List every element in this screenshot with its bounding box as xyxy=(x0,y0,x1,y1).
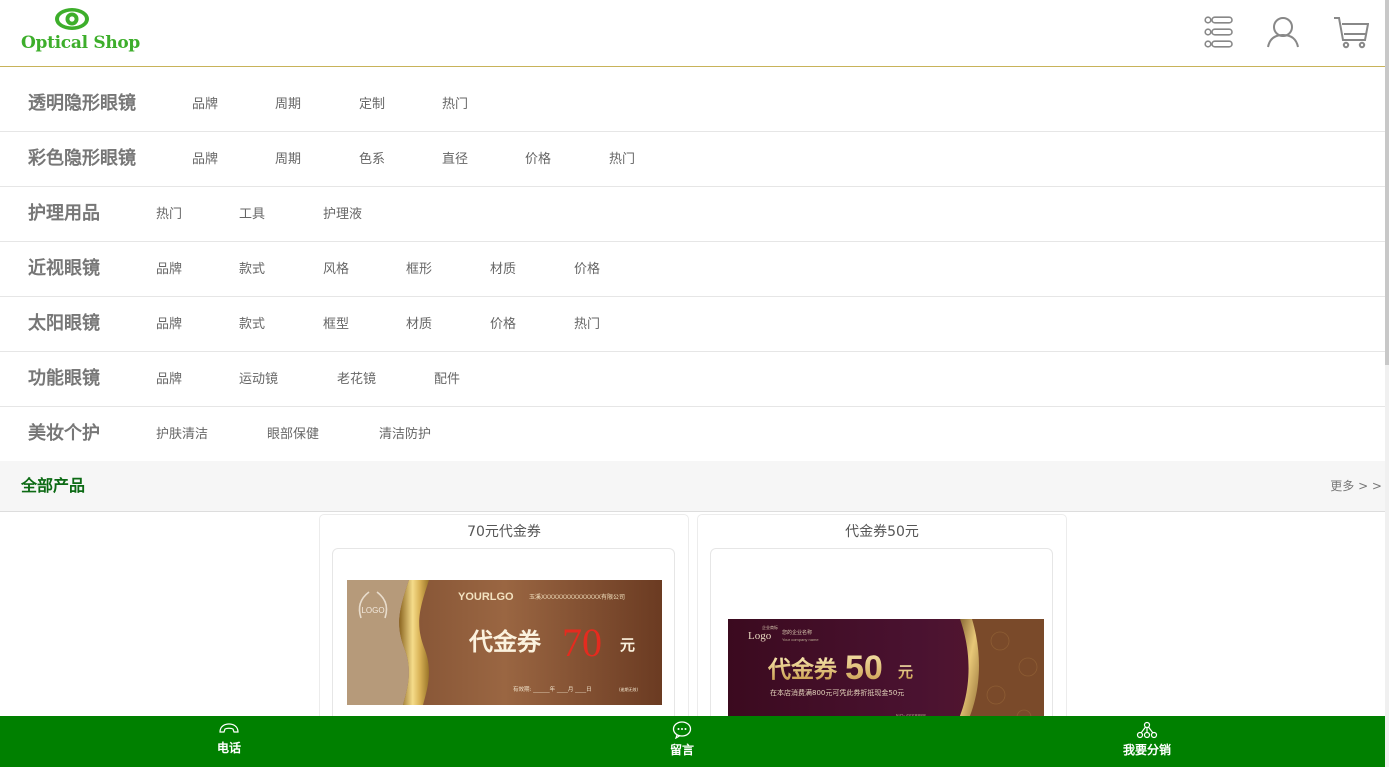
bottom-nav: 电话 留言 我要分销 xyxy=(0,716,1385,767)
product-image-frame: LOGO YOURLGO 玉溪XXXXXXXXXXXXXXX有限公司 代金券 7… xyxy=(332,548,675,730)
category-link[interactable]: 热门 xyxy=(609,132,635,188)
product-title[interactable]: 代金券50元 xyxy=(698,515,1066,549)
product-title[interactable]: 70元代金券 xyxy=(320,515,688,549)
footer-distribution[interactable]: 我要分销 xyxy=(1112,716,1182,767)
category-row: 功能眼镜 品牌 运动镜 老花镜 配件 xyxy=(0,352,1385,407)
category-title[interactable]: 近视眼镜 xyxy=(28,242,100,296)
eye-logo-icon xyxy=(55,8,89,30)
menu-list-icon[interactable] xyxy=(1200,14,1236,50)
voucher-company: 玉溪XXXXXXXXXXXXXXX有限公司 xyxy=(529,593,625,601)
footer-label: 电话 xyxy=(216,741,241,755)
category-link[interactable]: 周期 xyxy=(275,77,301,133)
logo-text: Optical Shop xyxy=(21,33,141,53)
category-link[interactable]: 运动镜 xyxy=(239,352,278,408)
category-title[interactable]: 护理用品 xyxy=(28,187,100,241)
voucher-amount: 70 xyxy=(562,620,602,665)
category-link[interactable]: 品牌 xyxy=(192,77,218,133)
category-link[interactable]: 护理液 xyxy=(323,187,362,243)
voucher-desc: 在本店消费满800元可凭此券折抵现金50元 xyxy=(770,688,904,697)
category-link[interactable]: 风格 xyxy=(323,242,349,298)
category-link[interactable]: 框形 xyxy=(406,242,432,298)
category-link[interactable]: 价格 xyxy=(574,242,600,298)
footer-label: 我要分销 xyxy=(1122,743,1171,757)
category-row: 透明隐形眼镜 品牌 周期 定制 热门 xyxy=(0,77,1385,132)
category-link[interactable]: 护肤清洁 xyxy=(156,407,208,463)
user-icon[interactable] xyxy=(1265,14,1301,50)
category-link[interactable]: 清洁防护 xyxy=(379,407,431,463)
category-link[interactable]: 品牌 xyxy=(156,297,182,353)
footer-phone[interactable]: 电话 xyxy=(199,716,259,767)
category-title[interactable]: 功能眼镜 xyxy=(28,352,100,406)
category-row: 美妆个护 护肤清洁 眼部保健 清洁防护 xyxy=(0,407,1385,462)
category-row: 彩色隐形眼镜 品牌 周期 色系 直径 价格 热门 xyxy=(0,132,1385,187)
section-header: 全部产品 更多 > > xyxy=(0,461,1385,512)
category-link[interactable]: 热门 xyxy=(156,187,182,243)
category-link[interactable]: 材质 xyxy=(406,297,432,353)
top-header: Optical Shop xyxy=(0,0,1385,67)
site-logo[interactable]: Optical Shop xyxy=(20,7,140,57)
voucher-unit: 元 xyxy=(898,663,913,681)
voucher-50-image[interactable]: Logo 企业商标 您的企业名称 Your company name 代金券 5… xyxy=(728,619,1044,729)
voucher-unit: 元 xyxy=(620,636,635,654)
category-link[interactable]: 定制 xyxy=(359,77,385,133)
section-title: 全部产品 xyxy=(21,476,86,495)
voucher-logo: LOGO xyxy=(361,606,384,615)
voucher-brand: YOURLGO xyxy=(458,591,514,603)
distribution-icon xyxy=(1136,721,1158,739)
footer-message[interactable]: 留言 xyxy=(652,716,712,767)
product-card[interactable]: 70 元 代金券 LOGO YOURLGO 玉溪XXXXXXXXXXXXXXX有限公… xyxy=(319,514,689,730)
voucher-validity: 有效期: ______年 ____月 ____日 xyxy=(513,685,592,693)
category-link[interactable]: 款式 xyxy=(239,297,265,353)
cart-icon[interactable] xyxy=(1333,14,1369,50)
category-link[interactable]: 品牌 xyxy=(192,132,218,188)
category-link[interactable]: 品牌 xyxy=(156,352,182,408)
category-link[interactable]: 价格 xyxy=(490,297,516,353)
voucher-note: (逾期无效) xyxy=(619,686,639,692)
voucher-brand: Logo xyxy=(748,630,772,642)
category-link[interactable]: 热门 xyxy=(442,77,468,133)
scrollbar-track[interactable] xyxy=(1385,0,1389,767)
message-icon xyxy=(672,721,692,739)
category-row: 近视眼镜 品牌 款式 风格 框形 材质 价格 xyxy=(0,242,1385,297)
category-link[interactable]: 周期 xyxy=(275,132,301,188)
product-image-frame: Logo 企业商标 您的企业名称 Your company name 代金券 5… xyxy=(710,548,1053,730)
voucher-amount: 50 xyxy=(845,649,883,687)
phone-icon xyxy=(219,723,239,733)
voucher-main-text: 代金券 xyxy=(767,656,838,683)
category-link[interactable]: 眼部保健 xyxy=(267,407,319,463)
voucher-company-en: Your company name xyxy=(782,637,819,642)
category-link[interactable]: 热门 xyxy=(574,297,600,353)
category-link[interactable]: 直径 xyxy=(442,132,468,188)
category-link[interactable]: 配件 xyxy=(434,352,460,408)
category-list: 透明隐形眼镜 品牌 周期 定制 热门 彩色隐形眼镜 品牌 周期 色系 直径 价格 热门 护理用品 热门 工具… xyxy=(0,77,1385,462)
category-link[interactable]: 材质 xyxy=(490,242,516,298)
more-link[interactable]: 更多 > > xyxy=(1330,461,1382,511)
category-link[interactable]: 老花镜 xyxy=(337,352,376,408)
voucher-brand-small: 企业商标 xyxy=(762,624,778,630)
category-link[interactable]: 色系 xyxy=(359,132,385,188)
category-row: 太阳眼镜 品牌 款式 框型 材质 价格 热门 xyxy=(0,297,1385,352)
category-link[interactable]: 款式 xyxy=(239,242,265,298)
voucher-company: 您的企业名称 xyxy=(782,629,812,636)
category-link[interactable]: 价格 xyxy=(525,132,551,188)
category-row: 护理用品 热门 工具 护理液 xyxy=(0,187,1385,242)
category-title[interactable]: 彩色隐形眼镜 xyxy=(28,132,136,186)
product-card[interactable]: 代金券 50 元 Logo 企业商标 您的企业名称 Your company nam… xyxy=(697,514,1067,730)
footer-label: 留言 xyxy=(669,743,694,757)
category-link[interactable]: 品牌 xyxy=(156,242,182,298)
category-title[interactable]: 美妆个护 xyxy=(28,407,100,461)
category-link[interactable]: 工具 xyxy=(239,187,265,243)
category-title[interactable]: 太阳眼镜 xyxy=(28,297,100,351)
voucher-70-image[interactable]: LOGO YOURLGO 玉溪XXXXXXXXXXXXXXX有限公司 代金券 7… xyxy=(347,580,662,705)
voucher-main-text: 代金券 xyxy=(468,628,542,656)
category-title[interactable]: 透明隐形眼镜 xyxy=(28,77,136,131)
scrollbar-thumb[interactable] xyxy=(1385,0,1389,365)
category-link[interactable]: 框型 xyxy=(323,297,349,353)
